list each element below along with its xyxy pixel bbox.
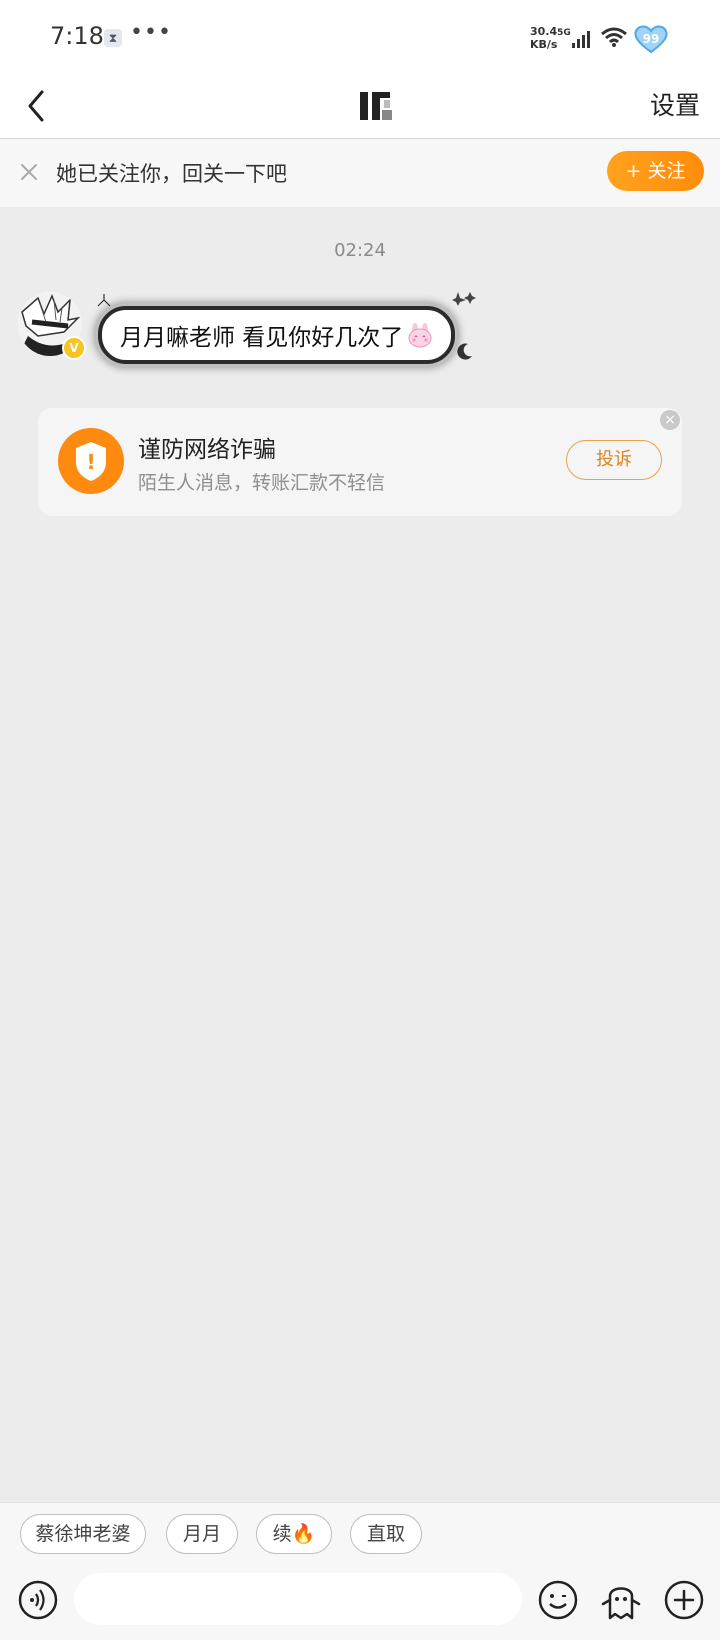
close-icon[interactable]	[16, 159, 42, 185]
verified-badge: V	[62, 336, 86, 360]
message-bubble[interactable]: 月月嘛老师 看见你好几次了	[98, 306, 456, 364]
follow-prompt-text: 她已关注你，回关一下吧	[56, 162, 287, 186]
signal-icon	[572, 30, 592, 48]
quick-reply-chip[interactable]: 续🔥	[256, 1514, 332, 1554]
quick-reply-chip[interactable]: 月月	[166, 1514, 238, 1554]
back-arrow-icon[interactable]	[18, 84, 58, 128]
network-type: 5G	[557, 28, 571, 38]
card-close-icon[interactable]: ×	[660, 410, 680, 430]
report-button[interactable]: 投诉	[566, 440, 662, 480]
fraud-icon-circle: !	[58, 428, 124, 494]
quick-reply-bar: 蔡徐坤老婆 月月 续🔥 直取	[0, 1502, 720, 1567]
avatar[interactable]: V	[18, 292, 86, 360]
fraud-warning-card: ! 谨防网络诈骗 陌生人消息，转账汇款不轻信 投诉 ×	[38, 408, 682, 516]
wifi-icon	[601, 27, 627, 47]
message-timestamp: 02:24	[334, 240, 386, 261]
chat-title-redacted	[360, 92, 392, 120]
input-bar	[0, 1567, 720, 1640]
voice-icon[interactable]	[18, 1580, 58, 1620]
message-input[interactable]	[74, 1573, 522, 1625]
status-bar: 7:18 ⧗ ••• 30.45G KB/s 99	[0, 0, 720, 76]
bunny-emoji-icon	[408, 323, 432, 348]
quick-reply-chip[interactable]: 蔡徐坤老婆	[20, 1514, 146, 1554]
more-dots-icon: •••	[130, 20, 172, 45]
shield-icon: !	[76, 442, 106, 481]
heart-battery-icon: 99	[634, 25, 668, 54]
plus-icon[interactable]	[664, 1580, 704, 1620]
battery-level: 99	[643, 32, 660, 46]
network-speed: 30.45G KB/s	[530, 26, 571, 51]
shield-exclamation: !	[86, 450, 95, 474]
follow-prompt-bar: 她已关注你，回关一下吧 + 关注	[0, 139, 720, 207]
status-time: 7:18	[50, 22, 104, 50]
emoji-icon[interactable]	[538, 1580, 578, 1620]
message-bubble-wrap: 月月嘛老师 看见你好几次了	[94, 292, 494, 370]
hourglass-icon: ⧗	[104, 29, 122, 47]
follow-back-button[interactable]: + 关注	[607, 151, 704, 191]
moon-decoration-icon	[457, 343, 472, 360]
sparkle-decoration-icon	[452, 292, 476, 306]
fraud-title: 谨防网络诈骗	[138, 437, 276, 463]
ghost-icon[interactable]	[600, 1578, 642, 1620]
quick-reply-chip[interactable]: 直取	[350, 1514, 422, 1554]
speed-value: 30.4	[530, 25, 558, 38]
message-text: 月月嘛老师 看见你好几次了	[120, 325, 404, 351]
nav-bar: 设置	[0, 76, 720, 139]
settings-button[interactable]: 设置	[650, 86, 700, 122]
speed-unit: KB/s	[530, 38, 558, 51]
fraud-subtitle: 陌生人消息，转账汇款不轻信	[138, 472, 386, 494]
